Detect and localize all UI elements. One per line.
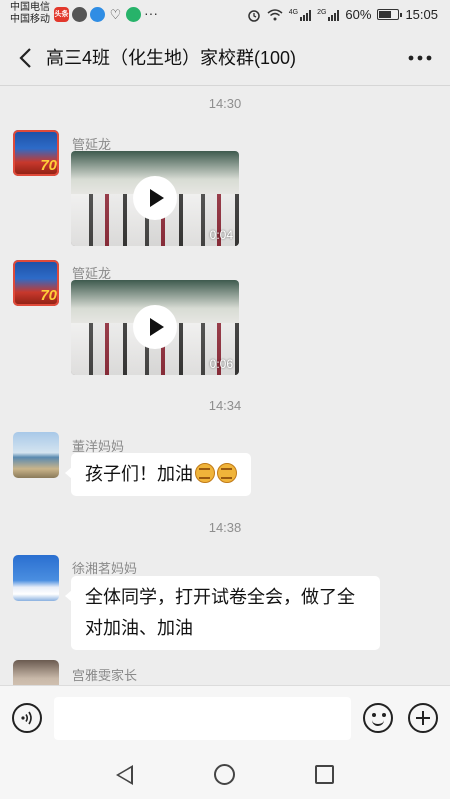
news-app-icon: 头条 — [54, 7, 69, 22]
input-bar — [0, 685, 450, 750]
status-right: 4G 2G 60% 15:05 — [247, 7, 438, 22]
carrier-1: 中国电信 — [10, 2, 50, 13]
play-icon — [133, 305, 177, 349]
voice-input-button[interactable] — [12, 703, 42, 733]
security-app-icon — [90, 7, 105, 22]
more-notifications-icon: ··· — [144, 5, 158, 21]
video-message[interactable]: 0:06 — [71, 280, 239, 375]
avatar[interactable]: 70 — [13, 260, 59, 306]
fist-emoji-icon — [217, 463, 237, 483]
more-dots-icon — [408, 55, 432, 61]
message-text: 孩子们！加油 — [85, 464, 193, 484]
video-duration: 0:06 — [209, 357, 233, 371]
signal-1-icon: 4G — [289, 9, 312, 21]
timestamp: 14:34 — [208, 398, 242, 413]
carrier-2: 中国移动 — [10, 14, 50, 25]
sender-name: 宫雅雯家长 — [72, 668, 138, 683]
avatar[interactable] — [13, 432, 59, 478]
battery-icon — [377, 9, 403, 20]
video-duration: 0:04 — [209, 228, 233, 242]
battery-percent: 60% — [345, 7, 372, 22]
message-text-line: 对加油、加油 — [85, 618, 193, 638]
signal-2-icon: 2G — [317, 9, 340, 21]
heart-pulse-icon: ♡ — [109, 7, 122, 22]
play-app-icon — [126, 7, 141, 22]
chat-bubble-icon — [72, 7, 87, 22]
avatar-badge-text: 70 — [40, 157, 57, 174]
play-icon — [133, 176, 177, 220]
avatar[interactable] — [13, 660, 59, 685]
alarm-icon — [247, 9, 260, 22]
more-actions-button[interactable] — [408, 703, 438, 733]
system-nav-bar — [0, 750, 450, 799]
sender-name: 徐湘茗妈妈 — [72, 561, 138, 576]
message-list[interactable]: 14:30 70 管延龙 0:04 70 管延龙 0:06 14:34 董洋妈妈… — [0, 87, 450, 685]
chat-header: 高三4班（化生地）家校群(100) — [0, 30, 450, 86]
notification-icons: 头条 ♡ ··· — [54, 5, 158, 22]
back-button[interactable] — [10, 42, 40, 74]
text-message[interactable]: 孩子们！加油 — [65, 453, 251, 496]
more-options-button[interactable] — [404, 42, 436, 74]
voice-icon — [21, 711, 32, 725]
nav-home-icon[interactable] — [214, 764, 235, 785]
wifi-icon — [267, 8, 283, 20]
video-message[interactable]: 0:04 — [71, 151, 239, 246]
avatar[interactable] — [13, 555, 59, 601]
message-text-line: 全体同学，打开试卷全会，做了全 — [85, 587, 355, 607]
status-bar: 中国电信 中国移动 头条 ♡ ··· 4G 2G 60% 15:05 — [0, 0, 450, 30]
fist-emoji-icon — [195, 463, 215, 483]
nav-back-icon[interactable] — [116, 765, 133, 785]
chat-title: 高三4班（化生地）家校群(100) — [46, 48, 297, 68]
text-message[interactable]: 全体同学，打开试卷全会，做了全 对加油、加油 — [65, 576, 380, 650]
emoji-button[interactable] — [363, 703, 393, 733]
timestamp: 14:38 — [208, 520, 242, 535]
chevron-left-icon — [19, 48, 31, 68]
clock: 15:05 — [405, 7, 438, 22]
nav-recent-apps-icon[interactable] — [315, 765, 334, 784]
message-input[interactable] — [54, 697, 351, 740]
timestamp: 14:30 — [208, 96, 242, 111]
carrier-info: 中国电信 中国移动 — [10, 2, 50, 26]
avatar-badge-text: 70 — [40, 287, 57, 304]
avatar[interactable]: 70 — [13, 130, 59, 176]
